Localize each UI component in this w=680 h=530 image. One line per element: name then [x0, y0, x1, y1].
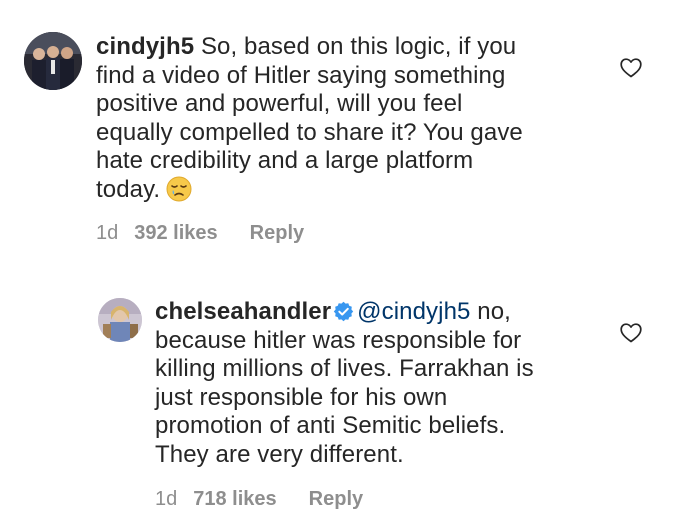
comment-text-line: hate credibility and a large platform: [96, 147, 474, 174]
comment-text-line: because hitler was responsible for: [155, 326, 522, 354]
comment-time: 1d: [155, 488, 178, 510]
comment-text-line: no,: [470, 298, 511, 325]
comment-username[interactable]: cindyjh5: [96, 33, 194, 60]
comment-text-line: equally compelled to share it? You gave: [96, 118, 523, 146]
comment-text: cindyjh5 So, based on this logic, if you…: [96, 33, 596, 204]
verified-badge-icon: [333, 301, 354, 322]
heart-outline-icon[interactable]: [620, 58, 642, 78]
comment-time: 1d: [96, 222, 119, 244]
comment-meta: 1d 718 likes Reply: [155, 488, 363, 511]
comment-likes[interactable]: 392 likes: [134, 222, 217, 245]
avatar[interactable]: [98, 298, 142, 342]
heart-outline-icon[interactable]: [620, 323, 642, 343]
comment-text: chelseahandler @cindyjh5 no, because hit…: [155, 298, 595, 469]
comment-text-line: So, based on this logic, if you: [194, 33, 517, 60]
sad-relieved-face-icon: [166, 176, 192, 202]
comment-text-line: just responsible for his own: [155, 383, 448, 411]
comment-text-line: positive and powerful, will you feel: [96, 90, 463, 117]
mention-link[interactable]: @cindyjh5: [357, 298, 470, 325]
comment-username[interactable]: chelseahandler: [155, 298, 331, 325]
comment-text-line: They are very different.: [155, 440, 404, 468]
comment-meta: 1d 392 likes Reply: [96, 222, 304, 245]
comment-text-line: promotion of anti Semitic beliefs.: [155, 412, 506, 439]
reply-button[interactable]: Reply: [309, 488, 363, 511]
reply-button[interactable]: Reply: [250, 222, 304, 245]
comment-likes[interactable]: 718 likes: [193, 488, 276, 511]
avatar[interactable]: [24, 32, 82, 90]
comment-text-line: find a video of Hitler saying something: [96, 61, 506, 89]
comment-text-line: today.: [96, 175, 161, 203]
comment-text-line: killing millions of lives. Farrakhan is: [155, 355, 534, 382]
